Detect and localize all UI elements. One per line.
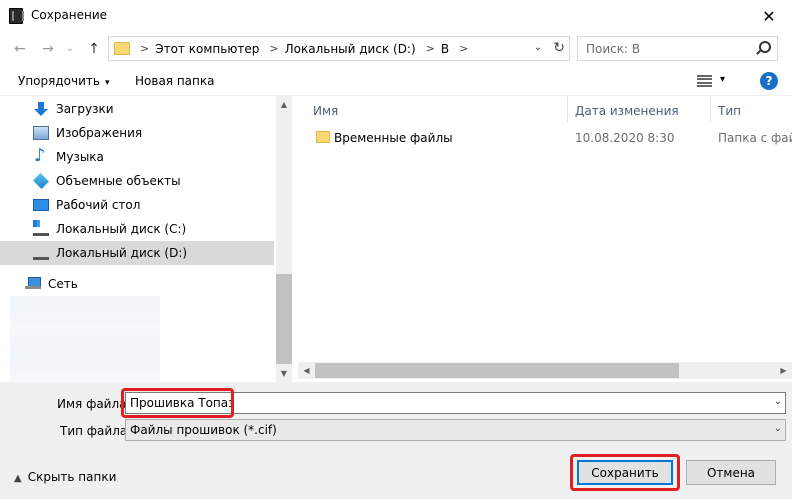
sidebar-item-3d-objects[interactable]: Объемные объекты — [0, 169, 274, 193]
sidebar-item-pictures[interactable]: Изображения — [0, 121, 274, 145]
3d-objects-icon — [33, 173, 49, 189]
file-type-select[interactable]: Файлы прошивок (*.cif) ⌄ — [125, 419, 786, 441]
search-input[interactable] — [586, 38, 756, 59]
sidebar-item-network[interactable]: Сеть — [0, 272, 274, 296]
scroll-right-arrow-icon[interactable]: ▶ — [775, 362, 792, 379]
arrow-up-icon: ↑ — [88, 41, 100, 57]
file-type-cell: Папка с фай — [718, 131, 792, 145]
chevron-down-icon[interactable]: ⌄ — [774, 396, 782, 407]
sidebar-item-label: Загрузки — [56, 102, 114, 116]
file-type-label: Тип файла: — [60, 424, 132, 438]
desktop-icon — [33, 199, 49, 211]
music-icon — [33, 145, 49, 166]
drive-c-icon — [33, 220, 49, 236]
navigation-pane: Загрузки Изображения Музыка Объемные объ… — [0, 96, 292, 382]
file-list-horizontal-scrollbar[interactable]: ◀ ▶ — [298, 362, 792, 379]
save-button[interactable]: Сохранить — [577, 460, 673, 485]
breadcrumb-folder-b[interactable]: B — [441, 42, 449, 56]
sidebar-item-desktop[interactable]: Рабочий стол — [0, 193, 274, 217]
sidebar-item-label: Объемные объекты — [56, 174, 181, 188]
help-icon[interactable]: ? — [760, 72, 778, 90]
network-icon — [25, 277, 41, 291]
file-list: ^ Имя Дата изменения Тип Временные файлы… — [298, 96, 792, 382]
scroll-down-arrow-icon[interactable]: ▼ — [276, 365, 292, 382]
folder-icon — [316, 131, 330, 143]
drive-d-icon — [33, 250, 49, 260]
caret-up-icon: ▲ — [14, 473, 22, 484]
scroll-left-arrow-icon[interactable]: ◀ — [298, 362, 315, 379]
table-row[interactable]: Временные файлы 10.08.2020 8:30 Папка с … — [298, 127, 792, 149]
save-form-pane: Имя файла: ⌄ Тип файла: Файлы прошивок (… — [0, 382, 792, 499]
recent-locations-button[interactable]: ⌄ — [63, 40, 77, 58]
folder-icon — [114, 42, 130, 55]
sidebar-item-label: Изображения — [56, 126, 143, 140]
breadcrumb-separator: > — [140, 42, 150, 55]
sidebar-item-drive-c[interactable]: Локальный диск (C:) — [0, 217, 274, 241]
film-app-icon — [9, 8, 24, 24]
cancel-button[interactable]: Отмена — [686, 460, 776, 485]
forward-button[interactable]: → — [38, 40, 58, 58]
view-dropdown-button[interactable]: ▾ — [720, 74, 725, 85]
arrow-right-icon: → — [42, 41, 54, 57]
organize-label: Упорядочить — [18, 74, 100, 88]
file-name-label: Имя файла: — [57, 397, 131, 411]
close-icon: ✕ — [762, 6, 776, 26]
sidebar-item-label: Музыка — [56, 150, 104, 164]
sidebar-item-label: Локальный диск (C:) — [56, 222, 187, 236]
search-icon[interactable] — [759, 41, 771, 53]
hide-folders-button[interactable]: ▲ Скрыть папки — [14, 470, 116, 484]
chevron-down-icon: ⌄ — [66, 44, 74, 54]
back-button[interactable]: ← — [10, 40, 30, 58]
pictures-icon — [33, 126, 49, 140]
organize-button[interactable]: Упорядочить ▾ — [18, 74, 109, 88]
column-divider[interactable] — [567, 96, 568, 123]
sidebar-item-label: Сеть — [48, 277, 78, 291]
refresh-icon[interactable]: ↻ — [553, 40, 565, 56]
view-options-icon[interactable] — [697, 75, 712, 87]
downloads-icon — [33, 102, 49, 116]
sidebar-item-drive-d[interactable]: Локальный диск (D:) — [0, 241, 274, 265]
navigation-pane-scrollbar[interactable]: ▲ ▼ — [276, 96, 292, 382]
command-toolbar: Упорядочить ▾ Новая папка ▾ ? — [0, 66, 792, 96]
scrollbar-thumb[interactable] — [276, 274, 292, 364]
breadcrumb-separator[interactable]: > — [269, 42, 278, 55]
sidebar-item-label: Локальный диск (D:) — [56, 246, 188, 260]
chevron-down-icon[interactable]: ⌄ — [534, 42, 542, 53]
column-divider[interactable] — [710, 96, 711, 123]
blurred-region — [10, 296, 160, 382]
column-header-date-modified[interactable]: Дата изменения — [575, 104, 679, 122]
file-date-cell: 10.08.2020 8:30 — [575, 131, 675, 145]
sidebar-item-label: Рабочий стол — [56, 198, 141, 212]
new-folder-button[interactable]: Новая папка — [135, 74, 214, 88]
search-box[interactable] — [577, 36, 778, 61]
window-title: Сохранение — [31, 8, 108, 22]
arrow-left-icon: ← — [14, 41, 26, 57]
sidebar-item-downloads[interactable]: Загрузки — [0, 97, 274, 121]
breadcrumb-drive-d[interactable]: Локальный диск (D:) — [285, 42, 416, 56]
title-bar: Сохранение ✕ — [0, 0, 792, 32]
up-one-level-button[interactable]: ↑ — [85, 40, 103, 58]
breadcrumb-separator[interactable]: > — [426, 42, 435, 55]
file-name-cell: Временные файлы — [334, 131, 453, 145]
chevron-down-icon[interactable]: ⌄ — [774, 423, 782, 434]
file-name-highlight-box — [121, 388, 234, 418]
sidebar-item-music[interactable]: Музыка — [0, 145, 274, 169]
address-bar[interactable]: > Этот компьютер > Локальный диск (D:) >… — [108, 36, 570, 61]
sort-ascending-icon: ^ — [429, 96, 437, 103]
file-type-value: Файлы прошивок (*.cif) — [130, 423, 277, 437]
caret-down-icon: ▾ — [104, 78, 110, 88]
close-button[interactable]: ✕ — [746, 0, 792, 32]
hide-folders-label: Скрыть папки — [27, 470, 117, 484]
column-header-type[interactable]: Тип — [718, 104, 741, 122]
navigation-bar: ← → ⌄ ↑ > Этот компьютер > Локальный дис… — [0, 32, 792, 66]
breadcrumb-separator[interactable]: > — [459, 42, 468, 55]
breadcrumb-this-pc[interactable]: Этот компьютер — [155, 42, 259, 56]
scroll-up-arrow-icon[interactable]: ▲ — [276, 96, 292, 113]
column-header-name[interactable]: Имя — [313, 104, 338, 122]
scrollbar-thumb[interactable] — [315, 363, 679, 378]
